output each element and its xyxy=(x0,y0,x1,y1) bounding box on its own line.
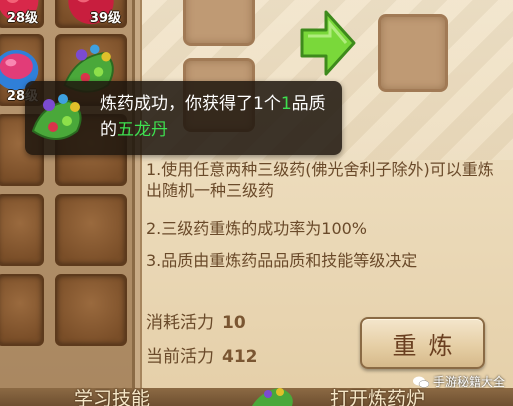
toast-message: 炼药成功，你获得了1个1品质的五龙丹 xyxy=(100,91,340,143)
success-toast: 炼药成功，你获得了1个1品质的五龙丹 xyxy=(25,81,342,155)
cost-energy-row: 消耗活力 10 xyxy=(146,308,246,333)
ingredient-slot-1[interactable] xyxy=(183,0,255,46)
wechat-icon xyxy=(412,376,429,388)
instruction-2: 2.三级药重炼的成功率为100% xyxy=(146,219,368,238)
refine-button[interactable]: 重炼 xyxy=(360,317,485,369)
inventory-slot[interactable]: 28级 xyxy=(0,0,44,28)
instruction-3: 3.品质由重炼药品品质和技能等级决定 xyxy=(146,251,418,270)
cost-energy-value: 10 xyxy=(222,313,246,333)
five-dragon-pill-icon xyxy=(252,388,293,406)
current-energy-label: 当前活力 xyxy=(146,347,214,367)
arrow-right-icon xyxy=(300,10,356,76)
open-furnace-tab[interactable]: 打开炼药炉 xyxy=(330,384,425,406)
inventory-slot[interactable] xyxy=(0,194,44,266)
slot-level: 39级 xyxy=(89,11,121,26)
learn-skill-tab[interactable]: 学习技能 xyxy=(74,384,150,406)
watermark-text: 手游秘籍大全 xyxy=(432,375,505,389)
slot-level: 28级 xyxy=(6,11,38,26)
cost-energy-label: 消耗活力 xyxy=(146,313,214,333)
instruction-1: 1.使用任意两种三级药(佛光舍利子除外)可以重炼出随机一种三级药 xyxy=(146,160,494,200)
inventory-slot[interactable] xyxy=(55,274,127,346)
inventory-slot[interactable]: 39级 xyxy=(55,0,127,28)
inventory-slot[interactable] xyxy=(55,194,127,266)
watermark: 手游秘籍大全 xyxy=(412,373,505,390)
inventory-panel: 28级 39级 28级 xyxy=(0,0,135,406)
toast-item-name: 五龙丹 xyxy=(117,120,168,140)
five-dragon-pill-icon xyxy=(31,94,82,140)
inventory-slot[interactable] xyxy=(0,274,44,346)
result-slot[interactable] xyxy=(378,14,448,92)
toast-quality: 1 xyxy=(280,94,292,114)
current-energy-value: 412 xyxy=(222,347,258,367)
toast-prefix: 炼药成功，你获得了1个 xyxy=(100,94,281,114)
current-energy-row: 当前活力 412 xyxy=(146,342,258,367)
